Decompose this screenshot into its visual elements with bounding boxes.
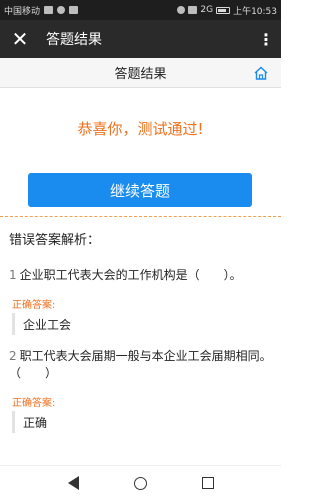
page-header: 答题结果 xyxy=(0,58,281,88)
battery-icon xyxy=(216,6,231,14)
status-right: 2G 上午10:53 xyxy=(177,4,277,17)
signal-icon xyxy=(44,6,54,14)
home-icon[interactable] xyxy=(253,65,269,81)
question-text: 职工代表大会届期一般与本企业工会届期相同。（ ） xyxy=(9,349,272,380)
status-bar: 中国移动 2G 上午10:53 xyxy=(0,0,281,20)
question-number: 2 xyxy=(9,349,17,363)
notification-icon xyxy=(57,6,66,14)
correct-answer: 企业工会 xyxy=(12,313,71,335)
result-message: 恭喜你，测试通过! xyxy=(77,120,204,138)
chat-icon xyxy=(69,6,79,14)
wifi-icon xyxy=(188,6,198,14)
question-number: 1 xyxy=(9,268,17,282)
close-icon[interactable]: ✕ xyxy=(0,20,40,58)
status-left: 中国移动 xyxy=(4,4,177,17)
more-menu-icon[interactable]: ⋮ xyxy=(251,30,281,49)
section-title: 错误答案解析： xyxy=(9,233,101,248)
back-icon[interactable] xyxy=(67,476,79,490)
home-circle-icon[interactable] xyxy=(133,476,147,490)
recent-apps-icon[interactable] xyxy=(201,477,214,489)
system-nav-bar xyxy=(0,465,281,500)
window-title: 答题结果 xyxy=(46,32,102,48)
question-text: 企业职工代表大会的工作机构是（ ）。 xyxy=(19,268,242,282)
question-item: 1 企业职工代表大会的工作机构是（ ）。 xyxy=(9,267,274,284)
correct-answer: 正确 xyxy=(12,411,47,433)
correct-answer-label: 正确答案: xyxy=(12,398,56,409)
continue-button[interactable]: 继续答题 xyxy=(28,173,252,207)
page-title: 答题结果 xyxy=(114,67,167,82)
network-label: 2G xyxy=(200,5,214,15)
alarm-icon xyxy=(177,6,186,14)
clock-label: 上午10:53 xyxy=(233,6,277,17)
correct-answer-label: 正确答案: xyxy=(12,300,56,311)
question-item: 2 职工代表大会届期一般与本企业工会届期相同。（ ） xyxy=(9,348,274,382)
carrier-label: 中国移动 xyxy=(4,6,41,17)
dashed-divider xyxy=(0,216,281,217)
app-titlebar: ✕ 答题结果 ⋮ xyxy=(0,20,281,58)
